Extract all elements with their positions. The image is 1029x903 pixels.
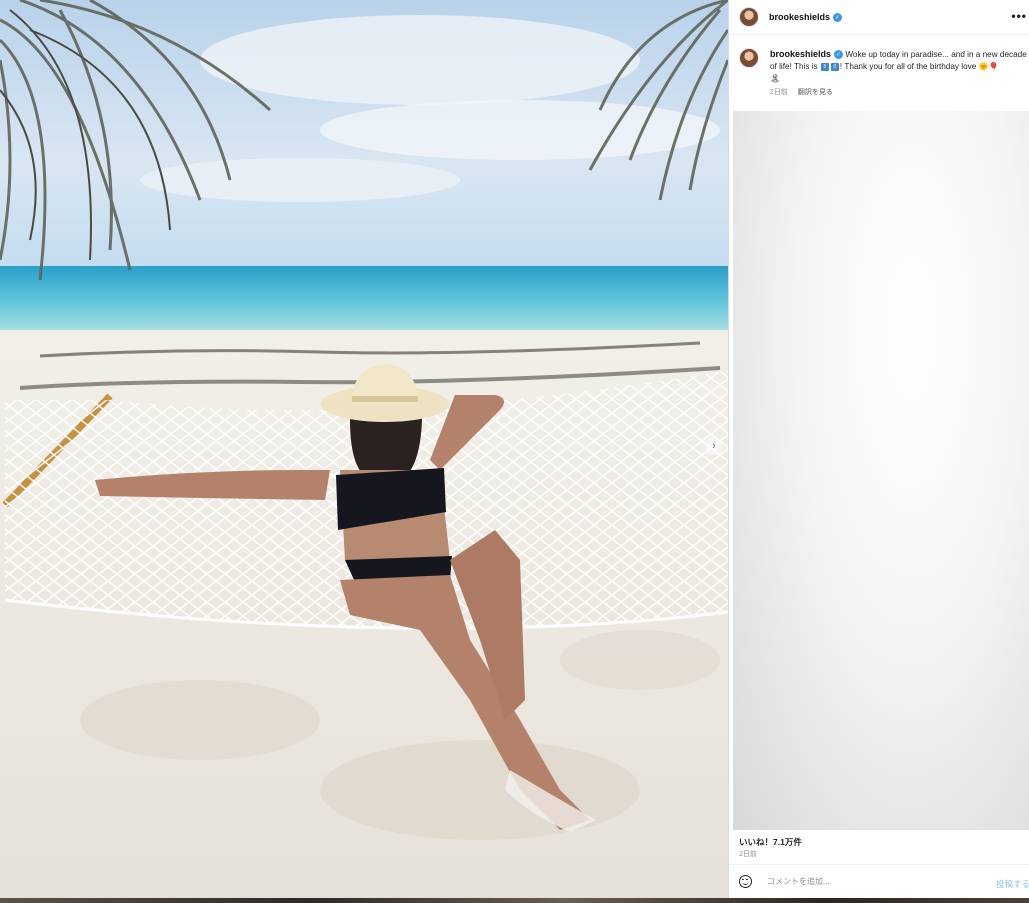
more-options-icon[interactable]: ••• [1011, 9, 1027, 23]
see-translation-button[interactable]: 翻訳を見る [798, 89, 833, 96]
balloon-emoji-icon: 🎈 [988, 62, 999, 71]
caption-username[interactable]: brookeshields [770, 49, 831, 59]
emoji-icon[interactable] [739, 875, 752, 888]
comment-bar: 投稿する [729, 864, 1029, 898]
keycap-0-icon: 0 [830, 62, 839, 71]
beach-hammock-image [0, 0, 728, 898]
avatar[interactable] [739, 7, 759, 27]
caption-meta: 2日前 翻訳を見る [770, 87, 841, 97]
verified-badge-icon: ✓ [834, 50, 844, 60]
palm-emoji-icon: 🏝 [770, 74, 781, 83]
caption-time: 2日前 [770, 89, 788, 96]
chevron-right-icon[interactable]: › [705, 437, 723, 455]
likes-count[interactable]: いいね！7.1万件 [739, 836, 802, 848]
caption: brookeshields ✓ Woke up today in paradise… [770, 48, 1029, 85]
post-header: brookeshields ✓ ••• [729, 0, 1029, 35]
comment-input[interactable] [765, 876, 969, 887]
sun-emoji-icon: 🌞 [978, 62, 989, 71]
taskbar-strip [0, 898, 1029, 903]
header-username[interactable]: brookeshields [769, 12, 830, 22]
post-photo[interactable]: › [0, 0, 728, 898]
verified-badge-icon: ✓ [833, 12, 843, 22]
keycap-5-icon: 5 [820, 62, 829, 71]
caption-line-2b: ! Thank you for all of the birthday love [839, 62, 977, 71]
post-sidebar: brookeshields ✓ ••• brookeshields ✓ Woke … [728, 0, 1029, 898]
comments-area [733, 111, 1029, 830]
caption-line-1: Woke up today in paradise... and in a ne… [845, 50, 1027, 59]
post-comment-button[interactable]: 投稿する [996, 878, 1029, 890]
post-time: 2日前 [739, 851, 757, 858]
caption-avatar[interactable] [739, 48, 759, 68]
caption-line-2a: of life! This is [770, 62, 818, 71]
